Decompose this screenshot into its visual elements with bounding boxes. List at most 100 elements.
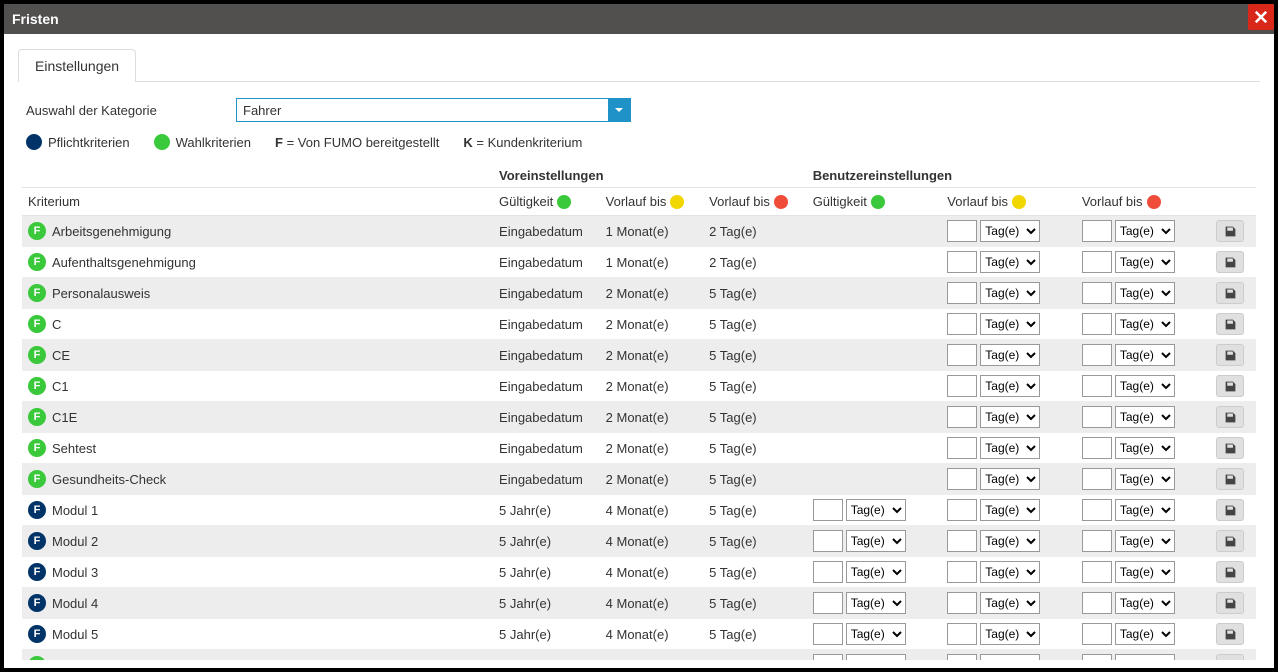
value-input[interactable] — [947, 375, 977, 397]
unit-select[interactable]: Tag(e) — [1115, 499, 1175, 521]
save-row-button[interactable] — [1216, 251, 1244, 273]
value-input[interactable] — [947, 561, 977, 583]
unit-select[interactable]: Tag(e) — [846, 623, 906, 645]
unit-select[interactable]: Tag(e) — [1115, 468, 1175, 490]
value-input[interactable] — [1082, 437, 1112, 459]
unit-select[interactable]: Tag(e) — [1115, 623, 1175, 645]
save-row-button[interactable] — [1216, 530, 1244, 552]
value-input[interactable] — [947, 437, 977, 459]
value-input[interactable] — [813, 530, 843, 552]
table-row: FModul 15 Jahr(e)4 Monat(e)5 Tag(e)Tag(e… — [22, 495, 1256, 526]
unit-select[interactable]: Tag(e) — [980, 561, 1040, 583]
save-row-button[interactable] — [1216, 592, 1244, 614]
value-input[interactable] — [947, 251, 977, 273]
unit-select[interactable]: Tag(e) — [1115, 220, 1175, 242]
unit-select[interactable]: Tag(e) — [1115, 530, 1175, 552]
save-row-button[interactable] — [1216, 561, 1244, 583]
preset-gueltigkeit: Eingabedatum — [493, 402, 600, 433]
value-input[interactable] — [1082, 468, 1112, 490]
unit-select[interactable]: Tag(e) — [1115, 592, 1175, 614]
value-input[interactable] — [1082, 375, 1112, 397]
save-row-button[interactable] — [1216, 406, 1244, 428]
unit-select[interactable]: Tag(e) — [980, 623, 1040, 645]
unit-select[interactable]: Tag(e) — [1115, 561, 1175, 583]
value-input[interactable] — [947, 623, 977, 645]
unit-select[interactable]: Tag(e) — [980, 654, 1040, 660]
unit-select[interactable]: Tag(e) — [980, 530, 1040, 552]
value-input[interactable] — [947, 282, 977, 304]
tab-settings[interactable]: Einstellungen — [18, 49, 136, 82]
user-vorlauf-red-cell: Tag(e) — [1076, 340, 1211, 371]
value-input[interactable] — [1082, 530, 1112, 552]
value-input[interactable] — [947, 406, 977, 428]
unit-select[interactable]: Tag(e) — [1115, 406, 1175, 428]
value-input[interactable] — [813, 499, 843, 521]
unit-select[interactable]: Tag(e) — [846, 561, 906, 583]
unit-select[interactable]: Tag(e) — [846, 654, 906, 660]
save-row-button[interactable] — [1216, 623, 1244, 645]
value-input[interactable] — [947, 499, 977, 521]
save-row-button[interactable] — [1216, 499, 1244, 521]
unit-select[interactable]: Tag(e) — [980, 375, 1040, 397]
unit-select[interactable]: Tag(e) — [980, 592, 1040, 614]
category-row: Auswahl der Kategorie Fahrer — [18, 82, 1260, 134]
value-input[interactable] — [813, 561, 843, 583]
value-input[interactable] — [947, 220, 977, 242]
unit-select[interactable]: Tag(e) — [1115, 313, 1175, 335]
value-input[interactable] — [813, 623, 843, 645]
unit-select[interactable]: Tag(e) — [846, 499, 906, 521]
user-gueltigkeit-cell — [807, 402, 942, 433]
value-input[interactable] — [1082, 592, 1112, 614]
unit-select[interactable]: Tag(e) — [846, 592, 906, 614]
value-input[interactable] — [1082, 220, 1112, 242]
unit-select[interactable]: Tag(e) — [980, 220, 1040, 242]
unit-select[interactable]: Tag(e) — [980, 437, 1040, 459]
unit-select[interactable]: Tag(e) — [1115, 344, 1175, 366]
save-row-button[interactable] — [1216, 654, 1244, 660]
kriterium-name: Personalausweis — [52, 286, 150, 301]
unit-select[interactable]: Tag(e) — [980, 282, 1040, 304]
value-input[interactable] — [947, 654, 977, 660]
value-input[interactable] — [813, 654, 843, 660]
value-input[interactable] — [1082, 654, 1112, 660]
save-row-button[interactable] — [1216, 437, 1244, 459]
unit-select[interactable]: Tag(e) — [1115, 282, 1175, 304]
save-icon — [1224, 597, 1237, 610]
value-input[interactable] — [1082, 313, 1112, 335]
save-row-button[interactable] — [1216, 375, 1244, 397]
value-input[interactable] — [1082, 282, 1112, 304]
value-input[interactable] — [1082, 251, 1112, 273]
value-input[interactable] — [813, 592, 843, 614]
save-row-button[interactable] — [1216, 282, 1244, 304]
value-input[interactable] — [1082, 406, 1112, 428]
unit-select[interactable]: Tag(e) — [980, 313, 1040, 335]
save-row-button[interactable] — [1216, 468, 1244, 490]
category-select[interactable]: Fahrer — [236, 98, 631, 122]
source-badge: F — [28, 408, 46, 426]
unit-select[interactable]: Tag(e) — [980, 406, 1040, 428]
value-input[interactable] — [947, 530, 977, 552]
save-row-button[interactable] — [1216, 313, 1244, 335]
value-input[interactable] — [947, 592, 977, 614]
value-input[interactable] — [947, 313, 977, 335]
close-button[interactable] — [1248, 4, 1274, 30]
unit-select[interactable]: Tag(e) — [1115, 437, 1175, 459]
unit-select[interactable]: Tag(e) — [1115, 375, 1175, 397]
category-dropdown-button[interactable] — [608, 99, 630, 121]
unit-select[interactable]: Tag(e) — [1115, 251, 1175, 273]
value-input[interactable] — [947, 344, 977, 366]
unit-select[interactable]: Tag(e) — [980, 499, 1040, 521]
unit-select[interactable]: Tag(e) — [980, 344, 1040, 366]
value-input[interactable] — [1082, 344, 1112, 366]
unit-select[interactable]: Tag(e) — [846, 530, 906, 552]
value-input[interactable] — [1082, 623, 1112, 645]
unit-select[interactable]: Tag(e) — [1115, 654, 1175, 660]
unit-select[interactable]: Tag(e) — [980, 251, 1040, 273]
unit-select[interactable]: Tag(e) — [980, 468, 1040, 490]
value-input[interactable] — [1082, 561, 1112, 583]
value-input[interactable] — [947, 468, 977, 490]
grid-scroll-area[interactable]: Voreinstellungen Benutzereinstellungen K… — [22, 164, 1256, 660]
value-input[interactable] — [1082, 499, 1112, 521]
save-row-button[interactable] — [1216, 344, 1244, 366]
save-row-button[interactable] — [1216, 220, 1244, 242]
